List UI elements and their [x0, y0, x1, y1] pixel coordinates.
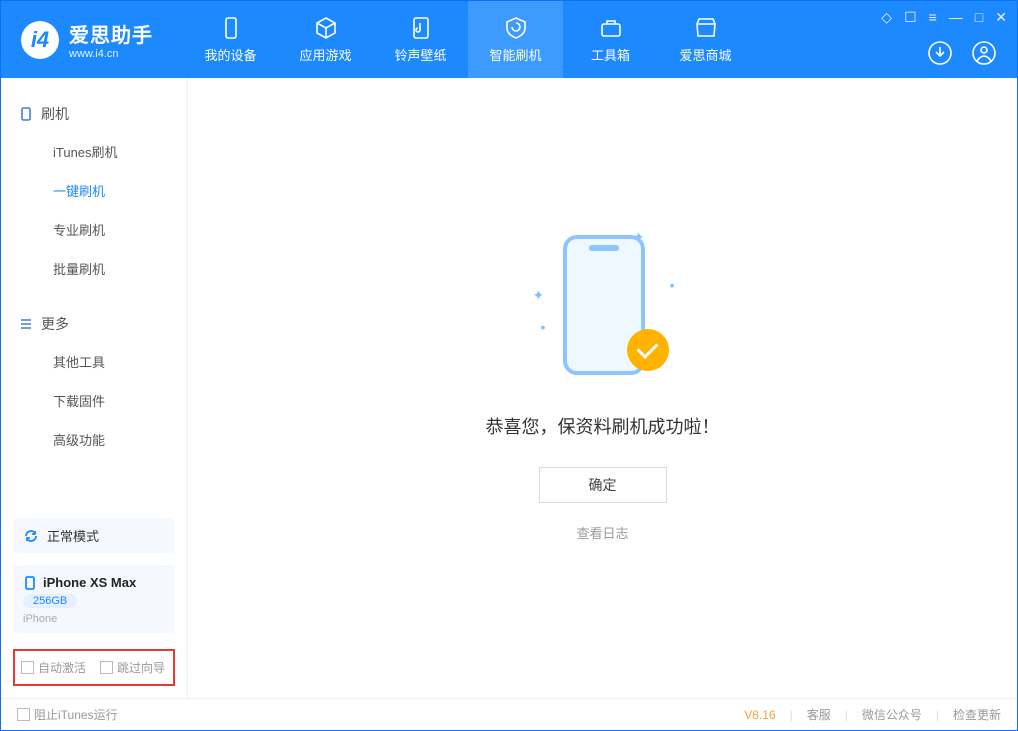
shirt-icon[interactable]: ◇ [881, 9, 892, 26]
download-icon[interactable] [927, 40, 953, 66]
profile-icon[interactable] [971, 40, 997, 66]
checkbox-icon [21, 661, 34, 674]
logo-icon: i4 [21, 21, 59, 59]
checkbox-auto-activate[interactable]: 自动激活 [21, 659, 86, 676]
sparkle-icon: • [541, 319, 546, 335]
view-log-link[interactable]: 查看日志 [576, 523, 628, 542]
sparkle-icon: • [670, 277, 675, 293]
checkbox-icon [17, 708, 30, 721]
mode-label: 正常模式 [47, 526, 99, 545]
body: 刷机 iTunes刷机 一键刷机 专业刷机 批量刷机 更多 其他工具 下载固件 … [1, 78, 1017, 698]
mode-box[interactable]: 正常模式 [13, 518, 175, 553]
tab-label: 爱思商城 [679, 45, 731, 64]
sidebar-item-advanced[interactable]: 高级功能 [1, 420, 187, 459]
device-type: iPhone [23, 613, 165, 625]
app-window: i4 爱思助手 www.i4.cn 我的设备 应用游戏 铃声壁纸 智能刷机 [0, 0, 1018, 731]
sidebar-heading-flash: 刷机 [1, 96, 187, 132]
close-icon[interactable]: ✕ [995, 9, 1007, 26]
ok-button[interactable]: 确定 [539, 467, 667, 503]
store-icon [693, 15, 719, 41]
storage-badge: 256GB [23, 594, 77, 608]
success-message: 恭喜您，保资料刷机成功啦！ [486, 413, 720, 439]
maximize-icon[interactable]: □ [975, 9, 983, 26]
nav-tabs: 我的设备 应用游戏 铃声壁纸 智能刷机 工具箱 爱思商城 [183, 1, 753, 78]
sync-icon [23, 528, 39, 544]
tab-my-device[interactable]: 我的设备 [183, 1, 278, 78]
window-controls: ◇ ☐ ≡ — □ ✕ [881, 9, 1007, 26]
main-panel: ✦ • • ✦ 恭喜您，保资料刷机成功啦！ 确定 查看日志 [188, 78, 1017, 698]
heading-label: 更多 [41, 314, 69, 334]
sidebar: 刷机 iTunes刷机 一键刷机 专业刷机 批量刷机 更多 其他工具 下载固件 … [1, 78, 188, 698]
success-illustration: ✦ • • ✦ [533, 235, 673, 385]
tab-ringtones[interactable]: 铃声壁纸 [373, 1, 468, 78]
sidebar-item-pro-flash[interactable]: 专业刷机 [1, 210, 187, 249]
check-badge-icon [627, 329, 669, 371]
checkbox-icon [100, 661, 113, 674]
sidebar-item-other-tools[interactable]: 其他工具 [1, 342, 187, 381]
checkbox-block-itunes[interactable]: 阻止iTunes运行 [17, 706, 118, 723]
footer-link-wechat[interactable]: 微信公众号 [862, 706, 922, 723]
list-icon [19, 317, 33, 331]
device-icon [19, 107, 33, 121]
toolbox-icon [598, 15, 624, 41]
tab-toolbox[interactable]: 工具箱 [563, 1, 658, 78]
sidebar-item-batch-flash[interactable]: 批量刷机 [1, 249, 187, 288]
tab-label: 智能刷机 [489, 45, 541, 64]
sidebar-item-itunes-flash[interactable]: iTunes刷机 [1, 132, 187, 171]
minimize-icon[interactable]: — [949, 9, 963, 26]
footer: 阻止iTunes运行 V8.16 | 客服 | 微信公众号 | 检查更新 [1, 698, 1017, 730]
tab-store[interactable]: 爱思商城 [658, 1, 753, 78]
app-url: www.i4.cn [69, 48, 153, 60]
note-file-icon [408, 15, 434, 41]
version-label: V8.16 [744, 708, 775, 722]
device-info[interactable]: iPhone XS Max 256GB iPhone [13, 565, 175, 633]
checkbox-skip-guide[interactable]: 跳过向导 [100, 659, 165, 676]
feedback-icon[interactable]: ☐ [904, 9, 917, 26]
logo: i4 爱思助手 www.i4.cn [1, 19, 173, 60]
device-name: iPhone XS Max [43, 575, 136, 590]
footer-link-update[interactable]: 检查更新 [953, 706, 1001, 723]
sidebar-item-oneclick-flash[interactable]: 一键刷机 [1, 171, 187, 210]
sidebar-bottom-options: 自动激活 跳过向导 [13, 649, 175, 686]
menu-icon[interactable]: ≡ [929, 9, 937, 26]
phone-small-icon [23, 576, 37, 590]
tab-smart-flash[interactable]: 智能刷机 [468, 1, 563, 78]
checkbox-label: 跳过向导 [117, 659, 165, 676]
checkbox-label: 自动激活 [38, 659, 86, 676]
tab-label: 工具箱 [591, 45, 630, 64]
tab-label: 应用游戏 [299, 45, 351, 64]
sidebar-item-download-firmware[interactable]: 下载固件 [1, 381, 187, 420]
sparkle-icon: ✦ [533, 287, 545, 304]
header: i4 爱思助手 www.i4.cn 我的设备 应用游戏 铃声壁纸 智能刷机 [1, 1, 1017, 78]
header-right-icons [927, 40, 997, 66]
cube-icon [313, 15, 339, 41]
tab-apps[interactable]: 应用游戏 [278, 1, 373, 78]
app-name: 爱思助手 [69, 19, 153, 48]
tab-label: 铃声壁纸 [394, 45, 446, 64]
tab-label: 我的设备 [204, 45, 256, 64]
heading-label: 刷机 [41, 104, 69, 124]
phone-icon [218, 15, 244, 41]
sidebar-heading-more: 更多 [1, 306, 187, 342]
checkbox-label: 阻止iTunes运行 [34, 706, 118, 723]
footer-link-service[interactable]: 客服 [807, 706, 831, 723]
refresh-shield-icon [503, 15, 529, 41]
